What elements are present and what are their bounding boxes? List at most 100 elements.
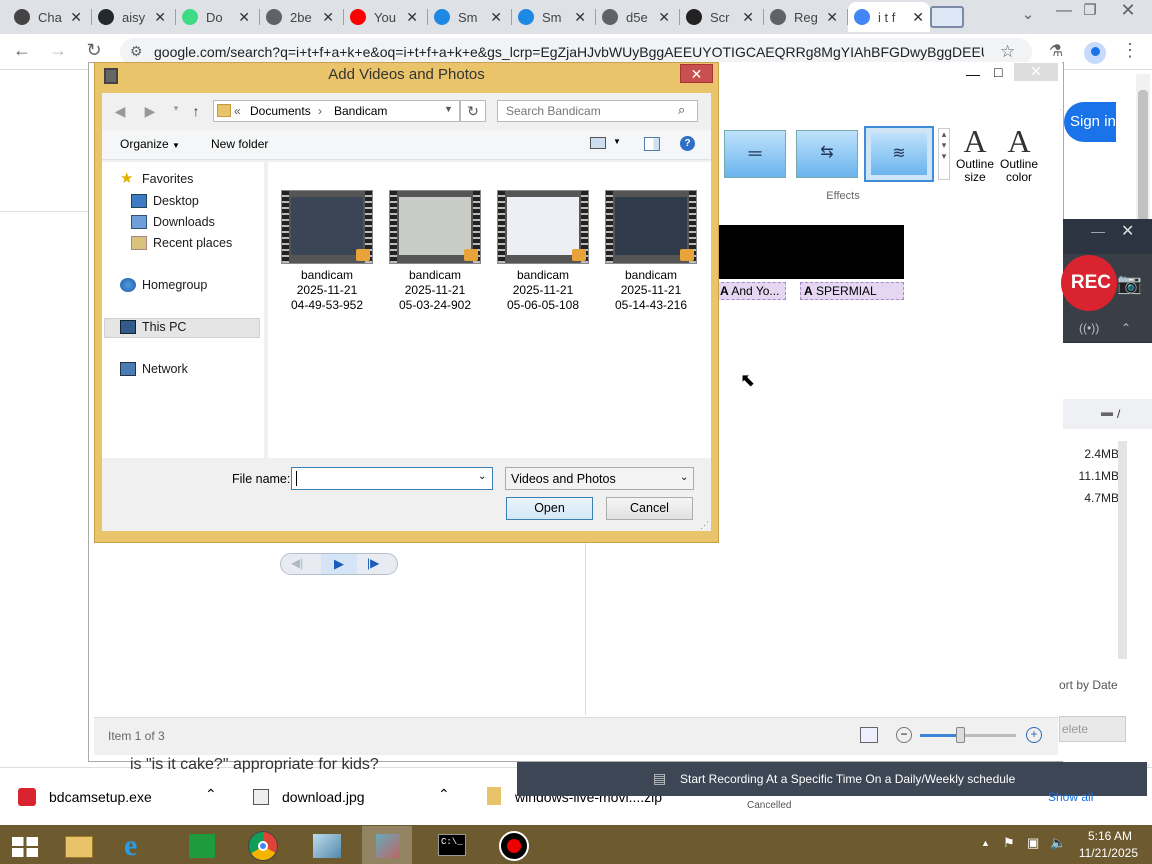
store-icon[interactable] xyxy=(176,826,226,864)
minimize-icon[interactable]: — xyxy=(1052,2,1076,20)
effect-3-selected[interactable]: ≋ xyxy=(864,126,934,182)
close-window-icon[interactable]: ✕ xyxy=(1116,0,1140,21)
browser-tab[interactable]: aisy ✕ xyxy=(92,2,172,32)
effect-1[interactable]: ═ xyxy=(724,130,786,178)
start-button[interactable] xyxy=(0,826,50,864)
labs-icon[interactable]: ⚗ xyxy=(1044,41,1068,61)
tab-close-icon[interactable]: ✕ xyxy=(322,9,334,26)
effects-scroll[interactable]: ▴ ▾ ▾ xyxy=(938,128,950,180)
browser-tab[interactable]: Sm ✕ xyxy=(512,2,592,32)
active-app-icon[interactable] xyxy=(362,826,412,864)
view-dropdown-icon[interactable]: ▼ xyxy=(613,137,621,146)
filetype-select[interactable]: Videos and Photos ⌄ xyxy=(505,467,694,490)
file-item[interactable]: bandicam 2025-11-21 04-49-53-952 xyxy=(281,190,373,313)
bookmark-star-icon[interactable]: ☆ xyxy=(1000,42,1015,62)
filename-input[interactable]: ⌄ xyxy=(291,467,493,490)
nav-homegroup[interactable]: Homegroup xyxy=(120,278,207,292)
organize-button[interactable]: Organize ▼ xyxy=(120,137,180,151)
maximize-icon[interactable]: ❐ xyxy=(1078,1,1102,19)
nav-desktop[interactable]: Desktop xyxy=(131,194,199,208)
clock-date[interactable]: 11/21/2025 xyxy=(1072,846,1138,860)
action-center-flag-icon[interactable]: ⚑ xyxy=(1003,835,1015,851)
file-item[interactable]: bandicam 2025-11-21 05-06-05-108 xyxy=(497,190,589,313)
file-explorer-icon[interactable] xyxy=(54,826,104,864)
collapse-icon[interactable]: ⌃ xyxy=(1121,321,1131,335)
bandicam-close-icon[interactable]: ✕ xyxy=(1121,221,1134,241)
show-all-button[interactable]: Show all xyxy=(1048,790,1093,804)
play-icon[interactable]: ▶ xyxy=(321,554,357,574)
caption-1[interactable]: A And Yo... xyxy=(716,282,786,300)
browser-tab[interactable]: 2be ✕ xyxy=(260,2,340,32)
recent-locations-icon[interactable]: ▾ xyxy=(166,103,186,119)
breadcrumb-documents[interactable]: Documents xyxy=(250,104,311,118)
browser-tab[interactable]: You ✕ xyxy=(344,2,424,32)
nav-favorites[interactable]: ★ Favorites xyxy=(120,171,193,186)
file-item[interactable]: bandicam 2025-11-21 05-14-43-216 xyxy=(605,190,697,313)
zoom-slider[interactable] xyxy=(920,727,1016,743)
reload-icon[interactable]: ↻ xyxy=(82,40,106,61)
site-info-icon[interactable]: ⚙ xyxy=(130,43,143,60)
broadcast-icon[interactable]: ((•)) xyxy=(1079,321,1099,335)
file-item[interactable]: bandicam 2025-11-21 05-03-24-902 xyxy=(389,190,481,313)
command-prompt-icon[interactable]: C:\_ xyxy=(426,826,476,864)
storyboard-icon[interactable] xyxy=(860,727,878,743)
breadcrumb-bandicam[interactable]: Bandicam xyxy=(334,104,387,118)
zoom-out-icon[interactable]: − xyxy=(896,727,912,743)
address-breadcrumb[interactable]: « Documents › Bandicam ▼ xyxy=(213,100,460,122)
up-folder-icon[interactable]: ↑ xyxy=(186,103,206,119)
nav-recent-places[interactable]: Recent places xyxy=(131,236,232,250)
tab-close-icon[interactable]: ✕ xyxy=(826,9,838,26)
prev-frame-icon[interactable]: ◀| xyxy=(291,556,303,570)
tab-close-icon[interactable]: ✕ xyxy=(238,9,250,26)
rec-button[interactable]: REC xyxy=(1061,255,1117,311)
nav-this-pc[interactable]: This PC xyxy=(120,320,186,334)
bandicam-scrollbar[interactable] xyxy=(1118,441,1127,659)
new-tab-icon[interactable] xyxy=(930,6,964,28)
movie-maker-icon[interactable] xyxy=(302,826,352,864)
internet-explorer-icon[interactable]: e xyxy=(114,826,164,864)
volume-muted-icon[interactable]: 🔈 xyxy=(1050,835,1066,851)
folder-icon[interactable]: ▬ xyxy=(1101,405,1113,419)
filename-dropdown-icon[interactable]: ⌄ xyxy=(478,471,486,482)
zoom-in-icon[interactable]: + xyxy=(1026,727,1042,743)
mm-minimize-icon[interactable]: — xyxy=(966,66,980,82)
nav-network[interactable]: Network xyxy=(120,362,188,376)
timeline-clip[interactable] xyxy=(716,225,904,279)
caption-2[interactable]: A SPERMIAL xyxy=(800,282,904,300)
search-icon[interactable]: ⌕ xyxy=(678,102,685,118)
browser-tab[interactable]: Do ✕ xyxy=(176,2,256,32)
tab-close-icon[interactable]: ✕ xyxy=(742,9,754,26)
tray-expand-icon[interactable]: ▲ xyxy=(981,838,990,848)
new-folder-button[interactable]: New folder xyxy=(211,137,268,151)
sign-in-button[interactable]: Sign in xyxy=(1064,102,1116,142)
tab-close-icon[interactable]: ✕ xyxy=(70,9,82,26)
browser-tab[interactable]: Cha ✕ xyxy=(8,2,88,32)
tab-close-icon[interactable]: ✕ xyxy=(574,9,586,26)
browser-tab[interactable]: Sm ✕ xyxy=(428,2,508,32)
clock-time[interactable]: 5:16 AM xyxy=(1082,829,1132,843)
delete-button[interactable]: elete xyxy=(1059,716,1126,742)
cancel-button[interactable]: Cancel xyxy=(606,497,693,520)
nav-downloads[interactable]: Downloads xyxy=(131,215,215,229)
dialog-close-button[interactable]: ✕ xyxy=(680,64,713,83)
tab-search-icon[interactable]: ⌄ xyxy=(1016,5,1040,23)
browser-tab[interactable]: Reg ✕ xyxy=(764,2,844,32)
mm-maximize-icon[interactable]: □ xyxy=(994,64,1002,80)
preview-pane-icon[interactable] xyxy=(644,137,660,151)
download-1-menu-icon[interactable]: ⌃ xyxy=(205,786,217,803)
address-dropdown-icon[interactable]: ▼ xyxy=(444,104,453,114)
outline-size-button[interactable]: A Outline size xyxy=(954,124,996,184)
tab-close-icon[interactable]: ✕ xyxy=(490,9,502,26)
bandicam-minimize-icon[interactable]: — xyxy=(1091,223,1105,239)
dialog-help-icon[interactable]: ? xyxy=(680,136,695,151)
chrome-icon[interactable] xyxy=(238,826,288,864)
outline-color-button[interactable]: A Outline color xyxy=(998,124,1040,184)
profile-avatar[interactable] xyxy=(1084,42,1106,64)
download-item-1[interactable]: bdcamsetup.exe xyxy=(49,789,152,805)
search-box[interactable]: Search Bandicam ⌕ xyxy=(497,100,698,122)
network-tray-icon[interactable]: ▣ xyxy=(1027,835,1039,851)
bandicam-taskbar-icon[interactable] xyxy=(488,826,538,864)
tab-close-icon[interactable]: ✕ xyxy=(658,9,670,26)
browser-tab[interactable]: d5e ✕ xyxy=(596,2,676,32)
download-2-menu-icon[interactable]: ⌃ xyxy=(438,786,450,803)
